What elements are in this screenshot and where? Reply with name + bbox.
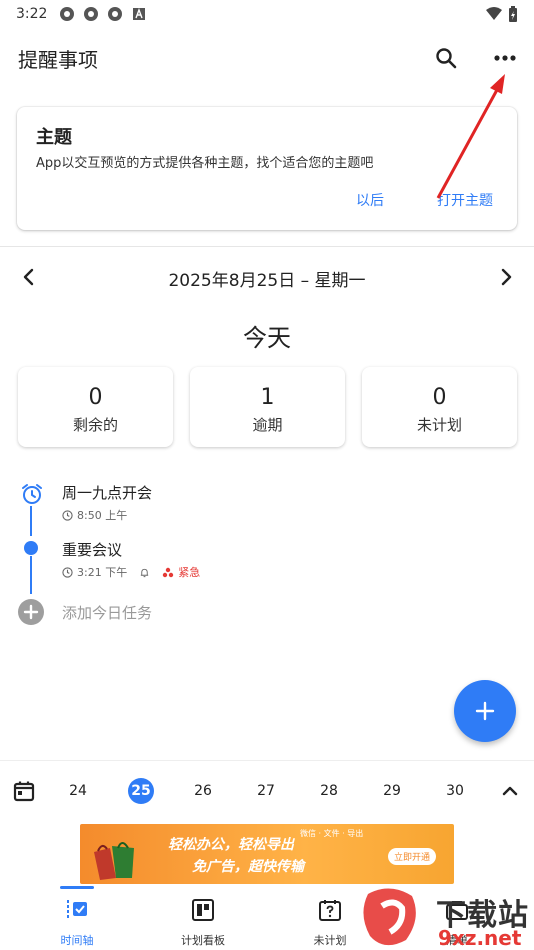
ad-tags: 微信 · 文件 · 导出 [300,829,364,838]
stat-label: 未计划 [416,416,462,434]
week-day[interactable]: 29 [377,781,407,801]
stat-remaining-card[interactable]: 0 剩余的 [18,367,173,447]
card-description: App以交互预览的方式提供各种主题，找个适合您的主题吧 [36,156,374,171]
task-time: 3:21 下午 [77,566,128,579]
alarm-clock-icon [22,484,42,504]
active-indicator [60,886,94,889]
week-day[interactable]: 27 [251,781,281,801]
week-day[interactable]: 30 [440,781,470,801]
open-theme-button[interactable]: 打开主题 [437,190,493,210]
priority-label: 紧急 [178,566,201,579]
board-icon [192,899,214,921]
battery-icon [509,6,517,22]
week-day[interactable]: 28 [314,781,344,801]
date-navigator: 2025年8月25日 – 星期一 [0,260,534,294]
question-calendar-icon [319,900,341,921]
clock-icon [62,566,73,578]
stat-label: 剩余的 [72,416,118,434]
timeline-dot [24,541,38,555]
ad-cta-button[interactable]: 立即开通 [388,848,437,865]
stat-overdue-card[interactable]: 1 逾期 [190,367,345,447]
priority-icon [163,567,174,577]
task-title: 重要会议 [62,541,123,559]
chevron-up-icon[interactable] [501,782,519,800]
status-right [486,6,518,22]
ad-subline: 免广告，超快传输 [192,859,304,875]
status-bar: 3:22 [0,0,534,28]
today-heading: 今天 [243,324,291,352]
timeline-connector [30,506,32,536]
stat-value: 1 [260,385,275,410]
current-date[interactable]: 2025年8月25日 – 星期一 [0,266,534,291]
nav-label: 时间轴 [60,934,94,947]
theme-promo-card: 主题 App以交互预览的方式提供各种主题，找个适合您的主题吧 以后 打开主题 [17,107,517,230]
ad-banner[interactable]: 微信 · 文件 · 导出 轻松办公，轻松导出 免广告，超快传输 立即开通 [80,824,454,884]
more-options-icon[interactable] [492,46,518,70]
watermark-url: 9xz.net [438,926,522,950]
plus-icon [475,701,495,721]
task-title: 周一九点开会 [62,484,153,502]
divider [0,246,534,247]
add-today-task[interactable]: 添加今日任务 [62,602,152,623]
task-item[interactable]: 重要会议 3:21 下午 紧急 [62,539,200,580]
status-time: 3:22 [16,6,48,22]
ad-headline: 轻松办公，轻松导出 [168,837,294,853]
task-item[interactable]: 周一九点开会 8:50 上午 [62,482,152,523]
card-title: 主题 [36,127,72,148]
timeline-connector [30,556,32,594]
nav-timeline[interactable]: 时间轴 [22,886,132,948]
a-notification-icon [133,8,146,20]
timeline-checklist-icon [67,900,87,920]
app-bar: 提醒事项 [0,36,534,80]
stat-value: 0 [432,385,447,410]
search-icon[interactable] [434,46,458,70]
stat-value: 0 [88,385,103,410]
week-strip: 24 25 26 27 28 29 30 [0,760,534,820]
calendar-icon[interactable] [13,780,35,802]
clock-icon [62,509,73,521]
app-notification-icon [84,7,99,21]
add-task-fab[interactable] [454,680,516,742]
task-time: 8:50 上午 [77,509,128,522]
add-circle-icon[interactable] [17,598,45,626]
week-day-selected[interactable]: 25 [128,778,154,804]
task-meta: 3:21 下午 紧急 [62,564,200,580]
app-notification-icon [60,7,75,21]
task-meta: 8:50 上午 [62,507,152,523]
app-notification-icon [108,7,123,21]
shopping-bag-illustration [94,842,134,880]
chevron-right-icon[interactable] [497,266,515,288]
week-day[interactable]: 24 [63,781,93,801]
stat-unplanned-card[interactable]: 0 未计划 [362,367,517,447]
later-button[interactable]: 以后 [356,190,384,210]
wifi-icon [486,7,502,20]
nav-label: 计划看板 [181,934,225,947]
bell-icon [141,568,149,577]
nav-plan-board[interactable]: 计划看板 [148,886,258,948]
stat-label: 逾期 [252,416,283,434]
week-day[interactable]: 26 [188,781,218,801]
page-title: 提醒事项 [18,47,98,72]
